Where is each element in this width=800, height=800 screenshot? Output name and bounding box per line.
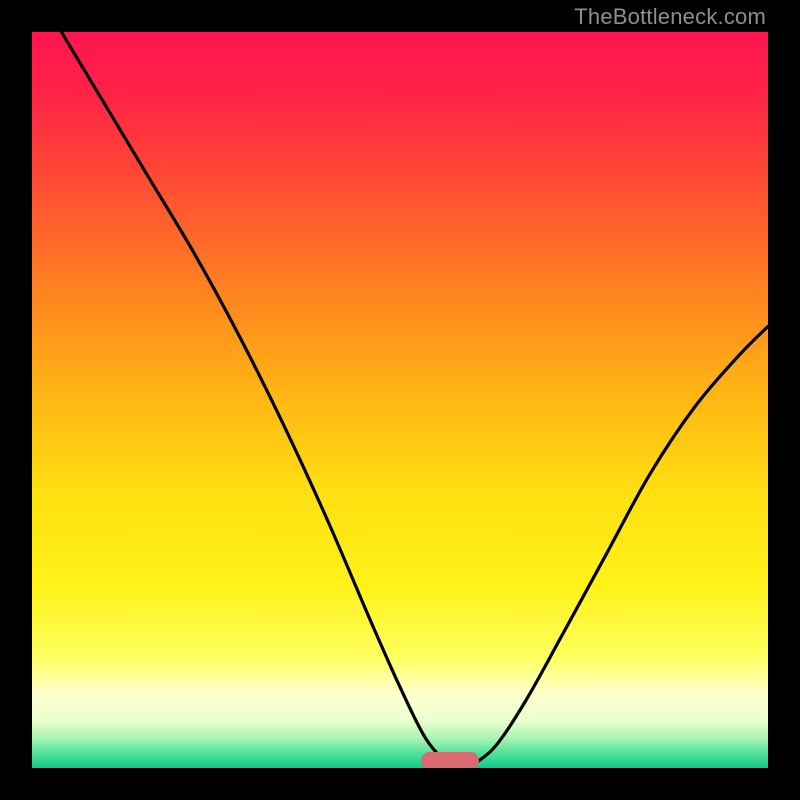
- watermark-text: TheBottleneck.com: [574, 4, 766, 30]
- bottleneck-curve: [32, 32, 768, 768]
- plot-area: [32, 32, 768, 768]
- optimal-marker: [421, 752, 479, 768]
- chart-frame: TheBottleneck.com: [0, 0, 800, 800]
